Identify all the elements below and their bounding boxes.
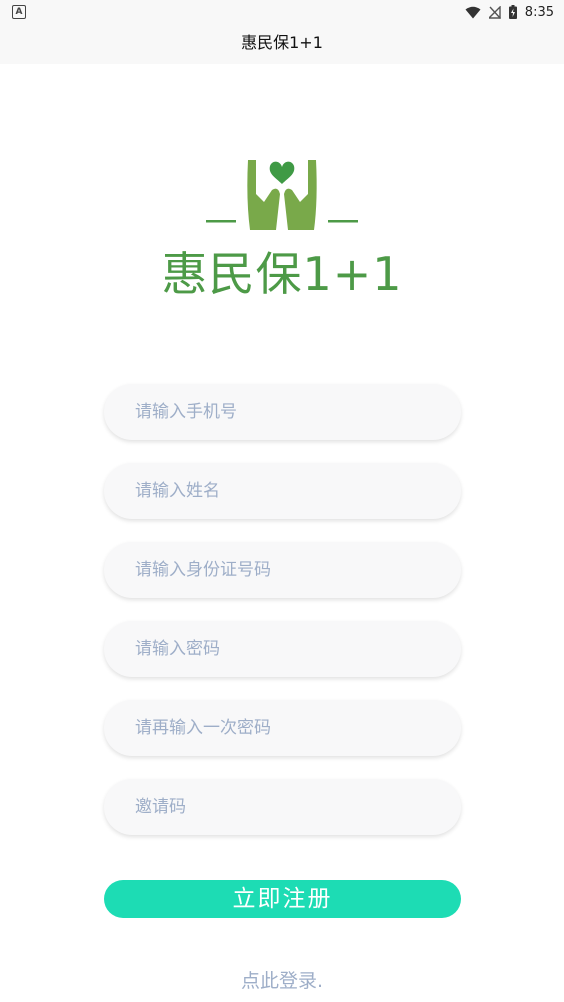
password-field <box>104 621 461 677</box>
logo-text: 惠民保1+1 <box>161 247 403 301</box>
invite-code-input[interactable] <box>104 779 461 835</box>
register-form <box>104 384 461 858</box>
confirm-password-field <box>104 700 461 756</box>
id-card-input[interactable] <box>104 542 461 598</box>
page-title: 惠民保1+1 <box>0 24 564 64</box>
name-input[interactable] <box>104 463 461 519</box>
no-signal-icon <box>488 5 501 19</box>
a-box-icon: A <box>12 5 26 19</box>
status-time: 8:35 <box>524 4 554 20</box>
status-bar: A 8:35 <box>0 0 564 24</box>
confirm-password-input[interactable] <box>104 700 461 756</box>
wifi-icon <box>465 6 481 18</box>
app-logo: 惠民保1+1 <box>150 150 414 301</box>
phone-input[interactable] <box>104 384 461 440</box>
password-input[interactable] <box>104 621 461 677</box>
status-icons: 8:35 <box>465 3 554 21</box>
name-field <box>104 463 461 519</box>
id-card-field <box>104 542 461 598</box>
login-link[interactable]: 点此登录. <box>0 966 564 993</box>
register-button[interactable]: 立即注册 <box>104 880 461 918</box>
hands-heart-icon <box>206 160 358 230</box>
battery-charging-icon <box>508 5 517 19</box>
invite-code-field <box>104 779 461 835</box>
phone-field <box>104 384 461 440</box>
